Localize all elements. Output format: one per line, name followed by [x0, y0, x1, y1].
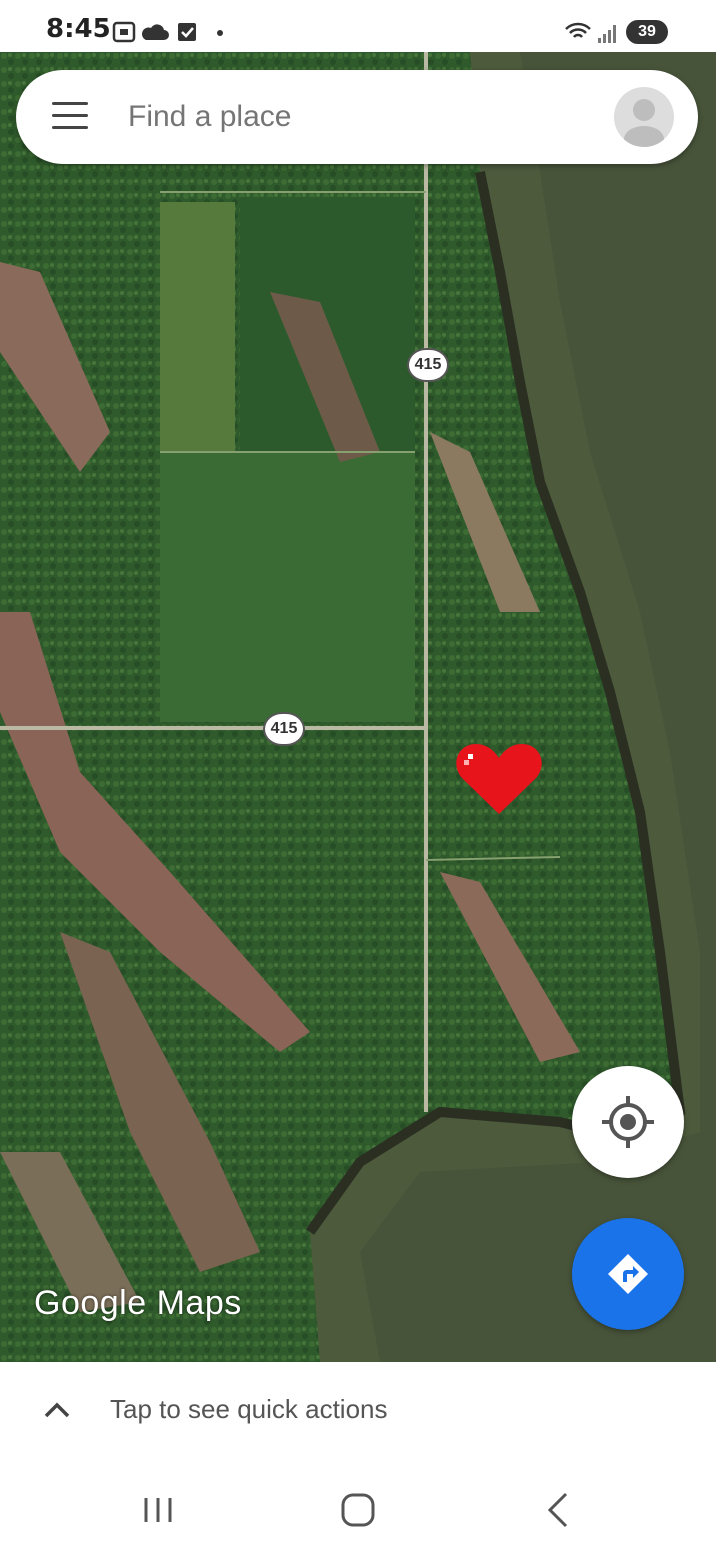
status-bar: 8:45 39	[0, 0, 716, 52]
heart-marker-icon[interactable]	[456, 740, 542, 816]
my-location-icon	[602, 1096, 654, 1148]
dot-icon	[217, 30, 223, 36]
cloud-icon	[142, 24, 169, 40]
quick-actions-label: Tap to see quick actions	[110, 1394, 388, 1424]
back-icon[interactable]	[528, 1486, 588, 1534]
signal-icon	[598, 25, 616, 43]
battery-icon: 39	[626, 20, 668, 44]
quick-actions-bar[interactable]: Tap to see quick actions	[0, 1362, 716, 1460]
home-icon[interactable]	[328, 1486, 388, 1534]
chevron-up-icon	[44, 1402, 70, 1418]
route-415-badge-north: 415	[407, 348, 449, 382]
directions-icon	[608, 1254, 648, 1294]
search-bar	[16, 70, 698, 164]
status-time: 8:45	[46, 14, 111, 44]
recent-apps-icon[interactable]	[128, 1486, 188, 1534]
route-415-badge-west: 415	[263, 712, 305, 746]
account-avatar-icon[interactable]	[614, 87, 674, 147]
screenshot-icon	[112, 21, 136, 43]
google-maps-logo: Google Maps	[34, 1284, 242, 1322]
system-nav-bar	[0, 1460, 716, 1554]
my-location-button[interactable]	[572, 1066, 684, 1178]
status-connectivity-icons	[565, 22, 616, 43]
status-notification-icons	[112, 21, 223, 43]
wifi-icon	[565, 22, 591, 38]
checkbox-icon	[178, 23, 196, 41]
search-input[interactable]	[126, 96, 570, 138]
hamburger-menu-icon[interactable]	[52, 102, 88, 132]
directions-button[interactable]	[572, 1218, 684, 1330]
